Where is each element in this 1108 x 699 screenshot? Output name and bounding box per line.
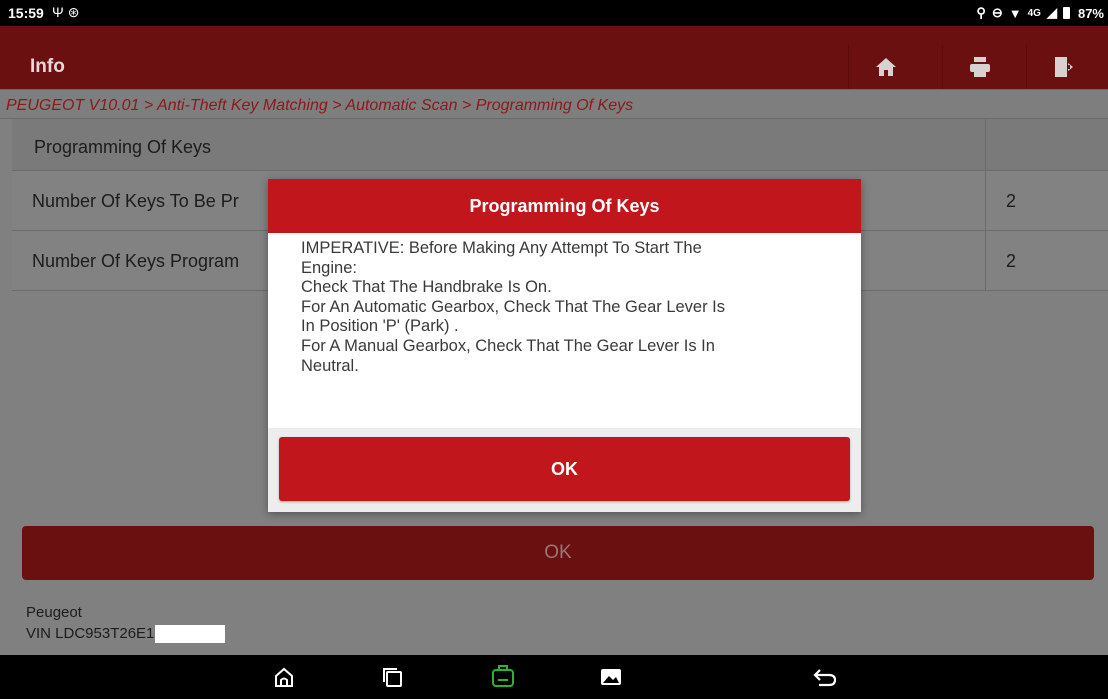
row-label: Number Of Keys Program [32,251,240,271]
print-icon [969,57,990,77]
battery-icon [1062,7,1070,19]
table-cell-value: 2 [986,231,1108,290]
app-header: Info [0,26,1108,89]
page-ok-button[interactable]: OK [22,526,1094,580]
status-right-icons: ⚲ ⊖ ▼ 4G ◢ 87% [976,5,1104,21]
nav-vci-button[interactable] [488,663,518,691]
dialog-line: IMPERATIVE: Before Making Any Attempt To… [301,239,702,257]
vehicle-make: Peugeot [26,604,82,621]
table-cell-value: 2 [986,171,1108,230]
table-header-row: Programming Of Keys [12,119,1108,171]
dialog-line: In Position 'P' (Park) . [301,317,459,336]
vehicle-vin: VIN LDC953T26E1 [26,625,155,642]
dialog-ok-button[interactable]: OK [279,437,850,501]
row-value: 2 [1006,191,1017,211]
breadcrumb: PEUGEOT V10.01 > Anti-Theft Key Matching… [0,89,1108,119]
dialog-line: Engine: [301,258,357,277]
table-header-cell: Programming Of Keys [12,119,986,170]
dialog-title: Programming Of Keys [268,179,861,233]
dialog-message: IMPERATIVE: Before Making Any Attempt To… [301,239,846,376]
exit-button[interactable] [1026,45,1100,89]
wifi-icon: ▼ [1008,5,1022,21]
table-header-value-cell [986,119,1108,170]
nav-home-button[interactable] [269,663,299,691]
nav-back-button[interactable] [810,663,840,691]
usb-icon: Ψ [52,4,68,20]
bluetooth-icon: ⊛ [67,4,84,20]
print-button[interactable] [942,45,1016,89]
dnd-icon: ⊖ [991,5,1003,20]
vin-redaction [155,625,226,644]
vehicle-vin-line: VIN LDC953T26E1 [26,623,226,644]
breadcrumb-text: PEUGEOT V10.01 > Anti-Theft Key Matching… [6,97,634,114]
signal-icon: ◢ [1046,5,1057,20]
dialog-line: Check That The Handbrake Is On. [301,278,552,297]
dialog-line: Neutral. [301,356,359,375]
status-time: 15:59 [8,5,44,21]
network-type: 4G [1027,7,1041,19]
status-left-icons: Ψ⊛ [52,4,83,21]
programming-keys-dialog: Programming Of Keys IMPERATIVE: Before M… [268,179,861,512]
exit-icon [1054,57,1073,77]
vehicle-info: Peugeot VIN LDC953T26E1 [26,602,226,644]
location-icon: ⚲ [976,5,986,20]
back-icon [813,669,837,687]
table-header-label: Programming Of Keys [34,137,212,157]
home-icon [275,667,293,687]
home-button[interactable] [848,45,922,89]
status-bar: 15:59 Ψ⊛ ⚲ ⊖ ▼ 4G ◢ 87% [0,0,1108,26]
dialog-line: For A Manual Gearbox, Check That The Gea… [301,336,715,355]
row-label: Number Of Keys To Be Pr [32,191,239,211]
page-title: Info [30,56,65,77]
row-value: 2 [1006,251,1017,271]
vci-icon [492,665,514,687]
home-icon [875,58,896,76]
recent-apps-icon [383,668,402,687]
nav-gallery-button[interactable] [596,663,626,691]
dialog-line: For An Automatic Gearbox, Check That The… [301,297,726,316]
gallery-icon [601,669,621,685]
battery-level: 87% [1077,5,1104,21]
system-nav-bar [0,655,1108,699]
nav-recent-button[interactable] [377,663,407,691]
